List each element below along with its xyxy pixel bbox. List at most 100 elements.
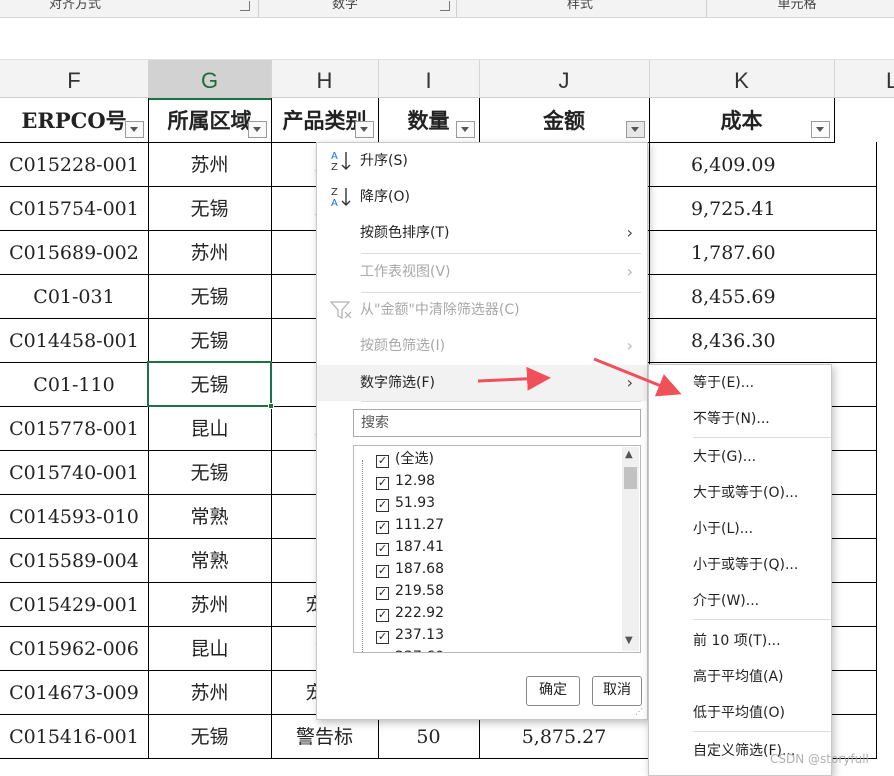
cell-region[interactable]: 常熟	[148, 538, 272, 583]
menu-sort-ascending[interactable]: AZ 升序(S)	[317, 143, 647, 179]
column-header-h[interactable]: H	[271, 60, 379, 98]
submenu-item[interactable]: 等于(E)...	[649, 365, 831, 401]
cell-region[interactable]: 苏州	[148, 670, 272, 715]
checkbox-checked-icon[interactable]: ✓	[376, 499, 389, 512]
cell-erpco[interactable]: C015778-001	[0, 406, 149, 451]
checkbox-checked-icon[interactable]: ✓	[376, 587, 389, 600]
cell-cost[interactable]: 8,455.69	[649, 274, 877, 319]
header-cell-category[interactable]: 产品类别	[271, 98, 379, 143]
value-list-item[interactable]: ✓ 222.92	[376, 602, 444, 624]
checkbox-checked-icon[interactable]: ✓	[376, 521, 389, 534]
cell-erpco[interactable]: C01-110	[0, 362, 149, 407]
cell-cost[interactable]: 9,725.41	[649, 186, 877, 231]
checkbox-checked-icon[interactable]: ✓	[376, 455, 389, 468]
column-header-g[interactable]: G	[148, 60, 272, 100]
cell-region[interactable]: 无锡	[148, 274, 272, 319]
submenu-item[interactable]: 大于(G)...	[649, 439, 831, 475]
filter-dropdown-icon[interactable]	[626, 121, 645, 138]
number-launcher-icon[interactable]	[440, 1, 450, 11]
filter-search-input[interactable]: 搜索	[353, 409, 641, 437]
value-list-item[interactable]: ✓ (全选)	[376, 448, 434, 470]
submenu-item[interactable]: 低于平均值(O)	[649, 695, 831, 731]
value-list-item[interactable]: ✓ 111.27	[376, 514, 444, 536]
column-header-j[interactable]: J	[479, 60, 650, 98]
cell-erpco[interactable]: C015429-001	[0, 582, 149, 627]
cell-region[interactable]: 无锡	[148, 450, 272, 495]
cell-cost[interactable]: 6,409.09	[649, 142, 877, 187]
scroll-up-icon[interactable]: ▲	[625, 449, 633, 460]
cell-region[interactable]: 无锡	[148, 318, 272, 363]
value-list-item[interactable]: ✓ 219.58	[376, 580, 444, 602]
cell-erpco[interactable]: C014458-001	[0, 318, 149, 363]
value-list-item[interactable]: ✓ 51.93	[376, 492, 435, 514]
column-header-f[interactable]: F	[0, 60, 149, 98]
header-cell-amount[interactable]: 金额	[479, 98, 650, 143]
filter-dropdown-icon[interactable]	[456, 121, 475, 138]
submenu-item[interactable]: 前 10 项(T)...	[649, 623, 831, 659]
cell-cost[interactable]: 1,787.60	[649, 230, 877, 275]
value-list-item[interactable]: ✓237.60	[376, 646, 444, 652]
cell-region[interactable]: 昆山	[148, 626, 272, 671]
cell-region[interactable]: 无锡	[148, 362, 272, 407]
cell-erpco[interactable]: C014673-009	[0, 670, 149, 715]
submenu-item[interactable]: 高于平均值(A)	[649, 659, 831, 695]
submenu-item[interactable]: 小于或等于(Q)...	[649, 547, 831, 583]
cell-erpco[interactable]: C014593-010	[0, 494, 149, 539]
submenu-item[interactable]: 不等于(N)...	[649, 401, 831, 437]
cell-cost[interactable]: 8,436.30	[649, 318, 877, 363]
cell-region[interactable]: 苏州	[148, 230, 272, 275]
checkbox-checked-icon[interactable]: ✓	[376, 609, 389, 622]
value-list-scrollbar[interactable]: ▲ ▼	[622, 447, 639, 651]
header-cell-erpco[interactable]: ERPCO号	[0, 98, 149, 143]
scroll-thumb[interactable]	[624, 467, 637, 489]
menu-number-filter[interactable]: 数字筛选(F) ›	[317, 365, 647, 401]
filter-dropdown-icon[interactable]	[125, 121, 144, 138]
cell-region[interactable]: 常熟	[148, 494, 272, 539]
cell-category[interactable]: 警告标	[271, 714, 379, 759]
cell-erpco[interactable]: C015228-001	[0, 142, 149, 187]
filter-dropdown-icon[interactable]	[355, 121, 374, 138]
cell-erpco[interactable]: C015740-001	[0, 450, 149, 495]
cell-erpco[interactable]: C01-031	[0, 274, 149, 319]
resize-grip-icon[interactable]: ⋰	[635, 707, 645, 717]
header-cell-region[interactable]: 所属区域	[148, 98, 272, 143]
checkbox-checked-icon[interactable]: ✓	[376, 565, 389, 578]
cell-erpco[interactable]: C015589-004	[0, 538, 149, 583]
cell-erpco[interactable]: C015416-001	[0, 714, 149, 759]
alignment-launcher-icon[interactable]	[240, 1, 250, 11]
checkbox-checked-icon[interactable]: ✓	[376, 543, 389, 556]
value-list-item[interactable]: ✓ 237.13	[376, 624, 444, 646]
filter-dropdown-icon[interactable]	[811, 121, 830, 138]
cell-region[interactable]: 苏州	[148, 142, 272, 187]
cell-region[interactable]: 苏州	[148, 582, 272, 627]
fill-handle[interactable]	[268, 403, 274, 409]
header-cell-cost[interactable]: 成本	[649, 98, 835, 143]
cell-region[interactable]: 无锡	[148, 714, 272, 759]
filter-value-list[interactable]: ✓ (全选) ✓ 12.98 ✓ 51.93 ✓ 111.27 ✓ 187.41 ✓ 187.68 ✓ 2…	[353, 445, 641, 653]
cell-region[interactable]: 昆山	[148, 406, 272, 451]
cancel-button[interactable]: 取消	[592, 676, 642, 706]
ok-button[interactable]: 确定	[526, 676, 580, 706]
checkbox-checked-icon[interactable]: ✓	[376, 477, 389, 490]
cell-erpco[interactable]: C015689-002	[0, 230, 149, 275]
submenu-item[interactable]: 小于(L)...	[649, 511, 831, 547]
submenu-item[interactable]: 大于或等于(O)...	[649, 475, 831, 511]
value-list-item[interactable]: ✓ 187.41	[376, 536, 444, 558]
column-header-k[interactable]: K	[649, 60, 835, 98]
column-header-l[interactable]: L	[834, 60, 894, 98]
column-header-i[interactable]: I	[378, 60, 480, 98]
value-list-item[interactable]: ✓ 187.68	[376, 558, 444, 580]
cell-region[interactable]: 无锡	[148, 186, 272, 231]
submenu-item[interactable]: 介于(W)...	[649, 583, 831, 619]
cell-erpco[interactable]: C015754-001	[0, 186, 149, 231]
scroll-down-icon[interactable]: ▼	[625, 635, 633, 646]
cell-amount[interactable]: 5,875.27	[479, 714, 650, 759]
menu-sort-descending[interactable]: ZA 降序(O)	[317, 179, 647, 215]
cell-erpco[interactable]: C015962-006	[0, 626, 149, 671]
value-list-item[interactable]: ✓ 12.98	[376, 470, 435, 492]
checkbox-checked-icon[interactable]: ✓	[376, 631, 389, 644]
filter-dropdown-icon[interactable]	[248, 121, 267, 138]
header-cell-qty[interactable]: 数量	[378, 98, 480, 143]
menu-sort-by-color[interactable]: 按颜色排序(T) ›	[317, 215, 647, 251]
cell-qty[interactable]: 50	[378, 714, 480, 759]
